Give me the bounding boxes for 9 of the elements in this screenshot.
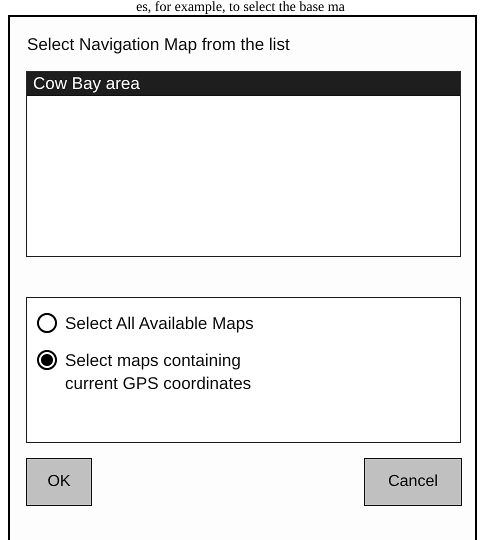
radio-button[interactable] xyxy=(37,350,57,370)
map-list-item[interactable]: Cow Bay area xyxy=(27,72,460,96)
dialog-title: Select Navigation Map from the list xyxy=(27,35,291,55)
caption-text: es, for example, to select the base ma xyxy=(136,0,345,15)
ok-button[interactable]: OK xyxy=(26,458,92,506)
option-label: Select maps containing current GPS coordinates xyxy=(65,350,252,395)
cancel-button[interactable]: Cancel xyxy=(364,458,462,506)
option-label: Select All Available Maps xyxy=(65,313,254,335)
radio-button[interactable] xyxy=(37,313,57,333)
